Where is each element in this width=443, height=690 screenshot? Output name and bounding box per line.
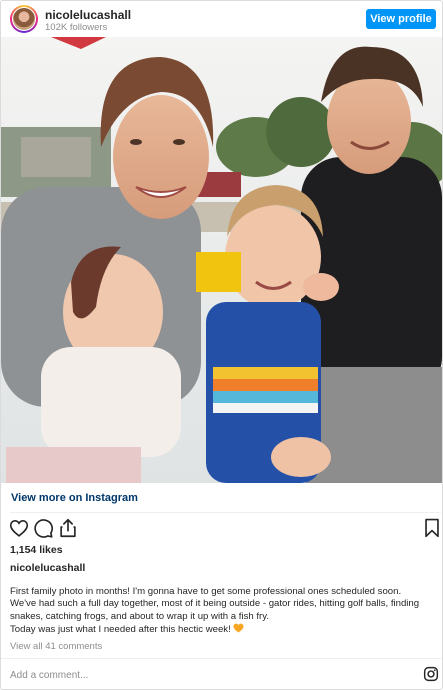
comment-bar: Add a comment... xyxy=(1,658,442,689)
post-header: nicolelucashall 102K followers View prof… xyxy=(1,1,442,37)
action-bar xyxy=(1,517,442,539)
post-caption: First family photo in months! I'm gonna … xyxy=(10,586,440,636)
view-more-link[interactable]: View more on Instagram xyxy=(11,492,138,504)
share-icon[interactable] xyxy=(57,517,79,539)
bookmark-icon[interactable] xyxy=(421,517,442,539)
post-photo[interactable] xyxy=(1,37,442,483)
instagram-icon[interactable] xyxy=(423,666,439,682)
caption-line: snakes, catching frogs, and about to wra… xyxy=(10,610,269,622)
avatar-image xyxy=(12,7,36,31)
follower-count: 102K followers xyxy=(45,22,108,33)
heart-icon[interactable] xyxy=(8,517,30,539)
orange-heart-emoji xyxy=(233,623,244,633)
like-count[interactable]: 1,154 likes xyxy=(10,544,63,556)
caption-line: First family photo in months! I'm gonna … xyxy=(10,586,402,597)
add-comment-input[interactable]: Add a comment... xyxy=(10,670,88,681)
family-photo xyxy=(1,37,442,483)
caption-line-last: Today was just what I needed after this … xyxy=(10,623,440,636)
comment-bubble-icon[interactable] xyxy=(32,517,54,539)
view-all-comments-link[interactable]: View all 41 comments xyxy=(10,641,102,652)
divider xyxy=(10,512,441,513)
avatar[interactable] xyxy=(10,5,38,33)
username[interactable]: nicolelucashall xyxy=(45,8,131,22)
caption-line: Today was just what I needed after this … xyxy=(10,623,231,635)
caption-line: We've had such a full day together, most… xyxy=(10,598,420,610)
view-profile-button[interactable]: View profile xyxy=(366,9,436,29)
instagram-embed-card: nicolelucashall 102K followers View prof… xyxy=(0,0,443,690)
caption-username[interactable]: nicolelucashall xyxy=(10,562,85,574)
